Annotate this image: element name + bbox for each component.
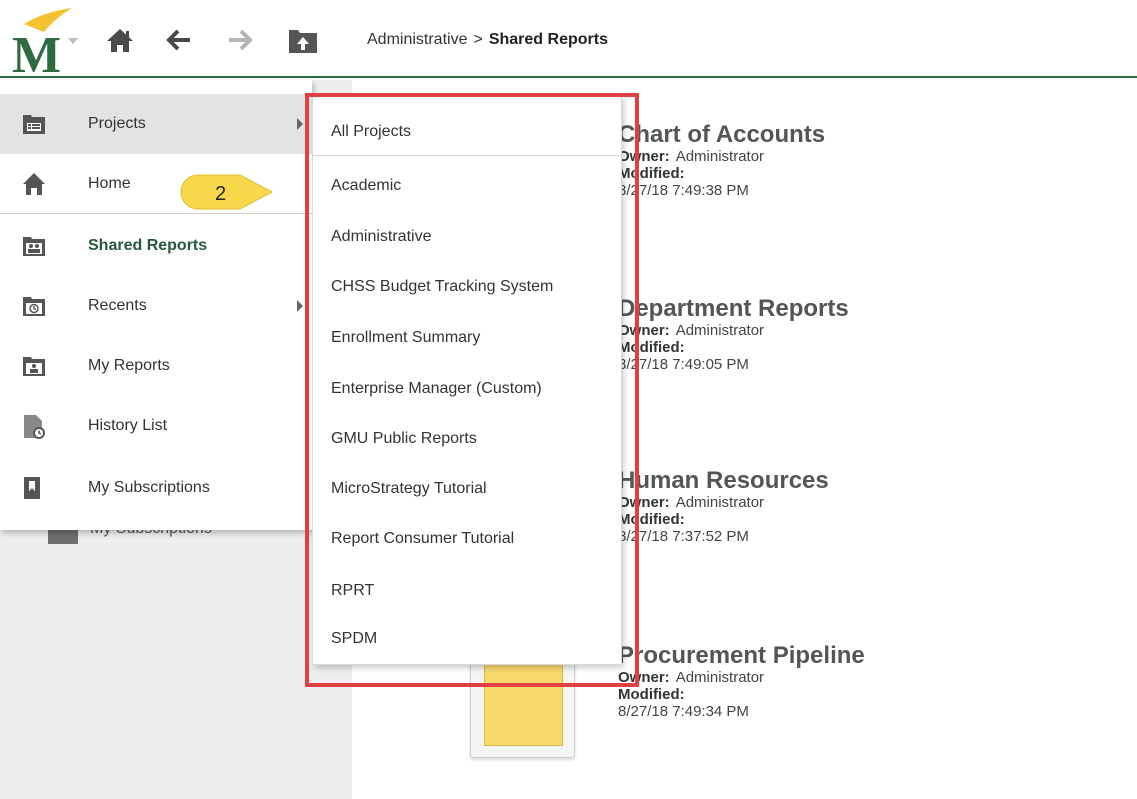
breadcrumb-current: Shared Reports [488, 31, 608, 48]
nav-item-label: Home [88, 175, 131, 192]
svg-text:M: M [12, 27, 61, 76]
nav-item-label: My Subscriptions [88, 479, 210, 496]
nav-item-recents[interactable]: Recents [0, 276, 312, 336]
report-owner: Owner: Administrator [618, 322, 765, 339]
report-title[interactable]: Department Reports [618, 296, 1018, 322]
report-modified-label: Modified: [618, 339, 685, 356]
home-icon[interactable] [104, 24, 136, 56]
report-title[interactable]: Procurement Pipeline [618, 643, 1018, 669]
back-arrow-icon[interactable] [163, 24, 195, 56]
submenu-arrow-icon [297, 300, 303, 312]
breadcrumb-parent[interactable]: Administrative [367, 31, 467, 48]
callout-number: 2 [215, 183, 226, 205]
history-list-icon [22, 414, 46, 439]
report-modified-date: 8/27/18 7:37:52 PM [618, 528, 749, 545]
nav-item-projects[interactable]: Projects [0, 94, 312, 154]
report-modified-label: Modified: [618, 165, 685, 182]
home-icon [22, 172, 46, 196]
report-title[interactable]: Human Resources [618, 468, 1018, 494]
nav-item-label: History List [88, 417, 168, 434]
nav-item-history-list[interactable]: History List [0, 396, 312, 456]
forward-arrow-icon[interactable] [224, 24, 256, 56]
report-item[interactable]: Human Resources Owner: Administrator Modi… [618, 468, 1018, 546]
report-modified-label: Modified: [618, 511, 685, 528]
shared-reports-icon [22, 234, 46, 258]
nav-item-shared-reports[interactable]: Shared Reports [0, 216, 312, 276]
report-modified-label: Modified: [618, 686, 685, 703]
breadcrumb-separator: > [473, 31, 483, 48]
top-toolbar: M Administrative > Shared Reports [0, 0, 1137, 84]
nav-item-label: Recents [88, 297, 147, 314]
report-item[interactable]: Chart of Accounts Owner: Administrator Mo… [618, 122, 1018, 200]
nav-item-label: Projects [88, 115, 146, 132]
report-title[interactable]: Chart of Accounts [618, 122, 1018, 148]
up-folder-icon[interactable] [287, 24, 319, 56]
highlight-annotation-box [305, 93, 639, 687]
nav-item-my-subscriptions[interactable]: My Subscriptions [0, 458, 312, 518]
submenu-arrow-icon [297, 118, 303, 130]
report-modified-date: 8/27/18 7:49:38 PM [618, 182, 749, 199]
my-reports-icon [22, 354, 46, 378]
nav-item-label: Shared Reports [88, 237, 208, 254]
nav-item-my-reports[interactable]: My Reports [0, 336, 312, 396]
report-item[interactable]: Procurement Pipeline Owner: Administrator… [618, 643, 1018, 721]
report-owner: Owner: Administrator [618, 148, 765, 165]
nav-divider [0, 213, 312, 214]
nav-item-label: My Reports [88, 357, 170, 374]
report-owner: Owner: Administrator [618, 669, 765, 686]
navigation-menu: Projects Home Shared Reports Recents My … [0, 80, 312, 530]
report-owner: Owner: Administrator [618, 494, 765, 511]
report-item[interactable]: Department Reports Owner: Administrator M… [618, 296, 1018, 374]
breadcrumb: Administrative > Shared Reports [367, 31, 608, 49]
report-modified-date: 8/27/18 7:49:05 PM [618, 356, 749, 373]
bookmark-icon [22, 476, 46, 500]
recents-icon [22, 294, 46, 318]
logo-m[interactable]: M [10, 8, 80, 84]
step-callout: 2 [178, 172, 274, 212]
projects-icon [22, 112, 46, 136]
report-modified-date: 8/27/18 7:49:34 PM [618, 703, 749, 720]
